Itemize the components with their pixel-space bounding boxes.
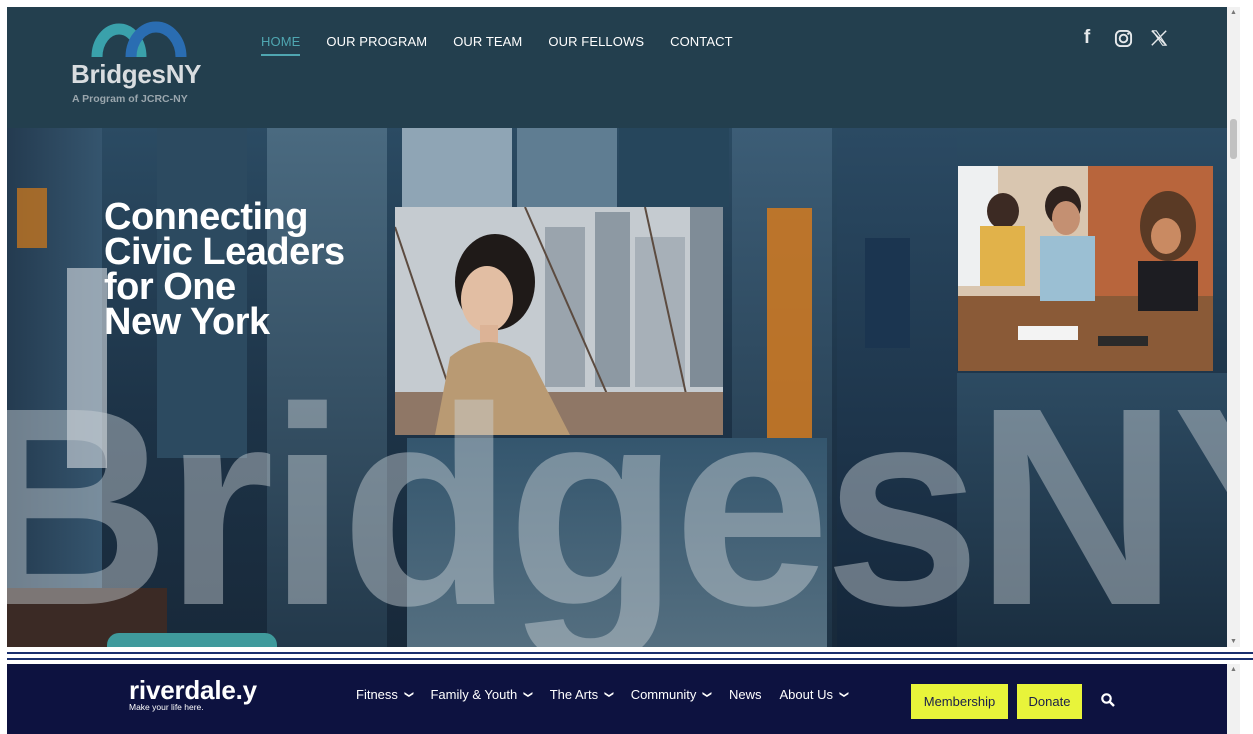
bridgesny-logo[interactable]: BridgesNY A Program of JCRC-NY (67, 15, 217, 115)
background-building (17, 188, 47, 248)
nav-family-youth[interactable]: Family & Youth ❯ (430, 687, 534, 702)
bridgesny-page: BridgesNY A Program of JCRC-NY HOME OUR … (7, 7, 1240, 647)
scroll-up-arrow-icon[interactable]: ▲ (1230, 666, 1237, 673)
nav-our-team[interactable]: OUR TEAM (453, 34, 522, 56)
chevron-down-icon: ❯ (839, 690, 850, 699)
hero-photo-group-meeting (958, 166, 1213, 371)
hero-headline-line: Civic Leaders (104, 231, 345, 273)
background-building (865, 238, 910, 348)
hero-headline: Connecting Civic Leaders for One New Yor… (104, 196, 345, 343)
nav-the-arts[interactable]: The Arts ❯ (549, 687, 615, 702)
hero-watermark-text: BridgesNY (7, 349, 1240, 648)
background-building (619, 128, 729, 207)
background-building (517, 128, 617, 207)
hero-headline-line: Connecting (104, 196, 308, 238)
nav-label: Community (630, 687, 697, 702)
riverdale-main-nav: Fitness ❯ Family & Youth ❯ The Arts ❯ Commu… (356, 687, 866, 702)
logo-subtitle: A Program of JCRC-NY (72, 93, 188, 105)
logo-title: BridgesNY (71, 59, 202, 89)
nav-our-program[interactable]: OUR PROGRAM (326, 34, 427, 56)
scroll-up-arrow-icon[interactable]: ▲ (1230, 9, 1237, 16)
frame-divider (7, 658, 1253, 660)
chevron-down-icon: ❯ (523, 690, 534, 699)
hero-banner: BridgesNY Connecting Civic Leaders for O… (7, 128, 1240, 647)
frame-divider (7, 652, 1253, 654)
nav-label: Fitness (356, 687, 398, 702)
scrollbar-thumb[interactable] (1230, 119, 1237, 159)
bridge-arcs-logo-mark (91, 21, 187, 58)
page-scrollbar[interactable]: ▲ ▼ (1227, 7, 1240, 647)
scroll-down-arrow-icon[interactable]: ▼ (1230, 638, 1237, 645)
riverdale-y-navbar: riverdale.y Make your life here. Fitness… (7, 664, 1240, 734)
nav-label: The Arts (549, 687, 599, 702)
riverdale-logo-text: riverdale.y (129, 675, 257, 705)
chevron-down-icon: ❯ (604, 690, 615, 699)
donate-button[interactable]: Donate (1017, 684, 1082, 719)
main-nav: HOME OUR PROGRAM OUR TEAM OUR FELLOWS CO… (261, 34, 759, 56)
membership-button[interactable]: Membership (911, 684, 1008, 719)
nav-our-fellows[interactable]: OUR FELLOWS (548, 34, 644, 56)
nav-news[interactable]: News (729, 687, 762, 702)
search-icon[interactable] (1101, 693, 1115, 712)
site-header: BridgesNY A Program of JCRC-NY HOME OUR … (7, 7, 1240, 128)
nav-label: Family & Youth (430, 687, 518, 702)
page-scrollbar[interactable]: ▲ (1227, 664, 1240, 734)
nav-about-us[interactable]: About Us ❯ (779, 687, 850, 702)
social-links: f (1076, 27, 1170, 49)
chevron-down-icon: ❯ (404, 690, 415, 699)
nav-home[interactable]: HOME (261, 34, 301, 56)
riverdale-y-logo[interactable]: riverdale.y Make your life here. (129, 676, 257, 712)
nav-community[interactable]: Community ❯ (630, 687, 713, 702)
facebook-icon[interactable]: f (1076, 27, 1098, 49)
background-building (402, 128, 512, 207)
hero-headline-line: for One (104, 266, 236, 308)
nav-label: About Us (779, 687, 833, 702)
nav-contact[interactable]: CONTACT (670, 34, 733, 56)
nav-label: News (728, 687, 762, 702)
x-icon[interactable] (1148, 27, 1170, 49)
chevron-down-icon: ❯ (702, 690, 713, 699)
nav-fitness[interactable]: Fitness ❯ (356, 687, 415, 702)
hero-headline-line: New York (104, 301, 270, 343)
instagram-icon[interactable] (1112, 27, 1134, 49)
